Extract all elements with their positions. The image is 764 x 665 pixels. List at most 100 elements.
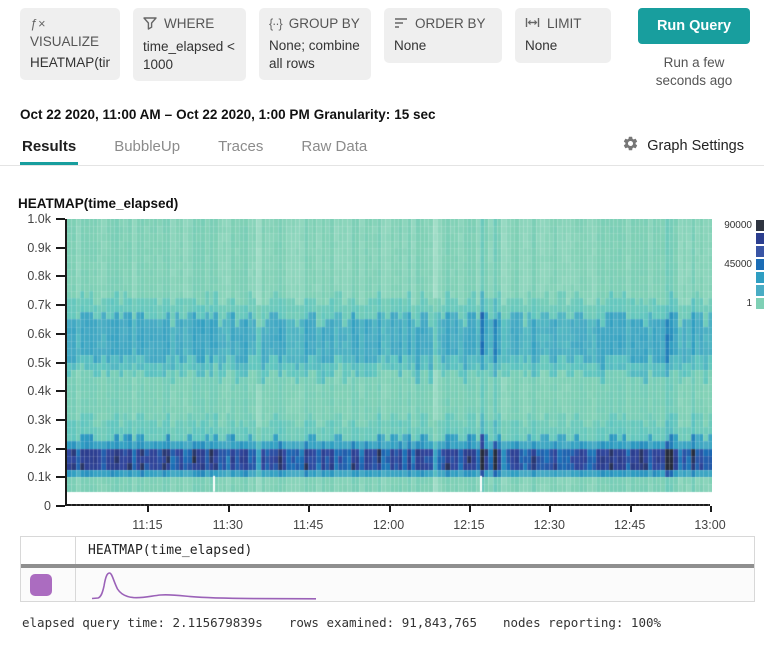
x-axis-tick-label: 11:30 xyxy=(213,518,243,532)
nodes-reporting: nodes reporting: 100% xyxy=(503,615,661,630)
time-range-end: Oct 22 2020, 1:00 PM xyxy=(176,107,310,122)
legend-value-label: 90000 xyxy=(724,220,752,231)
legend-swatches xyxy=(756,219,764,314)
fx-icon: ƒ× xyxy=(30,17,110,31)
group-by-panel[interactable]: {··} GROUP BY None; combine all rows xyxy=(259,8,371,80)
y-axis-tick-label: 0.9k xyxy=(27,241,51,255)
x-axis-tick-label: 12:15 xyxy=(453,518,484,532)
elapsed-query-time: elapsed query time: 2.115679839s xyxy=(22,615,263,630)
y-axis-tick-label: 0 xyxy=(44,499,51,513)
y-axis-tick xyxy=(56,476,65,478)
summary-table: HEATMAP(time_elapsed) xyxy=(20,536,755,602)
x-axis-tick xyxy=(549,506,551,512)
y-axis-tick xyxy=(56,333,65,335)
sort-lines-icon xyxy=(394,17,408,31)
y-axis-tick xyxy=(56,362,65,364)
x-axis-tick xyxy=(308,506,310,512)
limit-panel[interactable]: LIMIT None xyxy=(515,8,611,63)
range-icon xyxy=(525,17,540,31)
legend-value-label: 1 xyxy=(746,298,752,309)
y-axis: 00.1k0.2k0.3k0.4k0.5k0.6k0.7k0.8k0.9k1.0… xyxy=(18,219,65,506)
chart-section: HEATMAP(time_elapsed) 00.1k0.2k0.3k0.4k0… xyxy=(0,196,764,506)
where-panel[interactable]: WHERE time_elapsed < 1000 xyxy=(133,8,246,81)
tab-bubbleup[interactable]: BubbleUp xyxy=(112,138,182,165)
limit-value: None xyxy=(525,37,601,55)
rows-examined: rows examined: 91,843,765 xyxy=(289,615,477,630)
y-axis-tick-label: 0.2k xyxy=(27,442,51,456)
y-axis-tick-label: 0.1k xyxy=(27,470,51,484)
order-by-panel[interactable]: ORDER BY None xyxy=(384,8,502,63)
group-by-label: GROUP BY xyxy=(289,16,360,32)
y-axis-tick xyxy=(56,247,65,249)
tab-results[interactable]: Results xyxy=(20,138,78,165)
tab-raw-data[interactable]: Raw Data xyxy=(299,138,369,165)
summary-table-header-row: HEATMAP(time_elapsed) xyxy=(21,537,754,564)
legend-color-swatch xyxy=(756,233,764,244)
x-axis-tick-label: 11:15 xyxy=(132,518,162,532)
results-tab-bar: Results BubbleUp Traces Raw Data Graph S… xyxy=(0,122,764,166)
run-query-area: Run Query Run a few seconds ago xyxy=(638,8,750,89)
legend-color-swatch xyxy=(756,285,764,296)
time-range-start: Oct 22 2020, 11:00 AM xyxy=(20,107,161,122)
x-axis-tick-label: 13:00 xyxy=(694,518,725,532)
summary-table-row[interactable] xyxy=(21,568,754,601)
legend-value-label: 45000 xyxy=(724,259,752,270)
y-axis-tick xyxy=(56,505,65,507)
legend-color-swatch xyxy=(756,259,764,270)
order-by-value: None xyxy=(394,37,492,55)
graph-settings-button[interactable]: Graph Settings xyxy=(622,135,744,165)
heatmap-plot-area[interactable]: 11:1511:3011:4512:0012:1512:3012:4513:00 xyxy=(65,219,710,506)
run-query-button[interactable]: Run Query xyxy=(638,8,750,44)
visualize-label: VISUALIZE xyxy=(30,34,110,49)
legend-color-swatch xyxy=(756,220,764,231)
time-range[interactable]: Oct 22 2020, 11:00 AM–Oct 22 2020, 1:00 … xyxy=(0,89,764,122)
curly-braces-icon: {··} xyxy=(269,17,282,32)
legend-color-swatch xyxy=(756,272,764,283)
y-axis-tick-label: 0.6k xyxy=(27,327,51,341)
visualize-panel[interactable]: ƒ× VISUALIZE HEATMAP(time xyxy=(20,8,120,80)
y-axis-tick xyxy=(56,448,65,450)
x-axis-tick-label: 11:45 xyxy=(293,518,323,532)
granularity-value: 15 sec xyxy=(394,107,435,122)
granularity-label: Granularity: xyxy=(314,107,391,122)
series-swatch xyxy=(30,574,52,596)
visualize-value: HEATMAP(time xyxy=(30,54,110,72)
y-axis-tick xyxy=(56,218,65,220)
gear-icon xyxy=(622,135,639,156)
y-axis-tick-label: 0.7k xyxy=(27,298,51,312)
summary-header-swatch-cell xyxy=(21,537,76,564)
order-by-label: ORDER BY xyxy=(415,16,486,32)
x-axis-tick xyxy=(469,506,471,512)
where-label: WHERE xyxy=(164,16,214,32)
legend-color-swatch xyxy=(756,246,764,257)
legend-labels: 90000 45000 1 xyxy=(716,219,752,314)
chart-title: HEATMAP(time_elapsed) xyxy=(18,196,764,211)
x-axis-tick xyxy=(147,506,149,512)
legend-color-swatch xyxy=(756,298,764,309)
time-range-separator: – xyxy=(165,107,173,122)
x-axis-tick xyxy=(630,506,632,512)
y-axis-tick xyxy=(56,304,65,306)
graph-settings-label: Graph Settings xyxy=(647,138,744,154)
x-axis-tick-label: 12:30 xyxy=(534,518,565,532)
group-by-value: None; combine all rows xyxy=(269,37,361,72)
where-value: time_elapsed < 1000 xyxy=(143,38,236,73)
y-axis-tick-label: 1.0k xyxy=(27,212,51,226)
summary-header-label: HEATMAP(time_elapsed) xyxy=(76,537,754,564)
limit-label: LIMIT xyxy=(547,16,582,32)
filter-funnel-icon xyxy=(143,17,157,33)
tab-traces[interactable]: Traces xyxy=(216,138,265,165)
query-status-bar: elapsed query time: 2.115679839s rows ex… xyxy=(22,615,744,630)
y-axis-tick xyxy=(56,419,65,421)
color-scale-legend: 90000 45000 1 xyxy=(716,219,764,314)
y-axis-tick xyxy=(56,390,65,392)
last-run-caption: Run a few seconds ago xyxy=(648,54,740,89)
query-builder-bar: ƒ× VISUALIZE HEATMAP(time WHERE time_ela… xyxy=(0,0,764,89)
x-axis-tick xyxy=(710,506,712,512)
y-axis-tick-label: 0.3k xyxy=(27,413,51,427)
x-axis-tick-label: 12:45 xyxy=(614,518,645,532)
heatmap-canvas[interactable] xyxy=(67,219,712,506)
x-axis-tick xyxy=(228,506,230,512)
y-axis-tick-label: 0.5k xyxy=(27,356,51,370)
y-axis-tick-label: 0.8k xyxy=(27,269,51,283)
